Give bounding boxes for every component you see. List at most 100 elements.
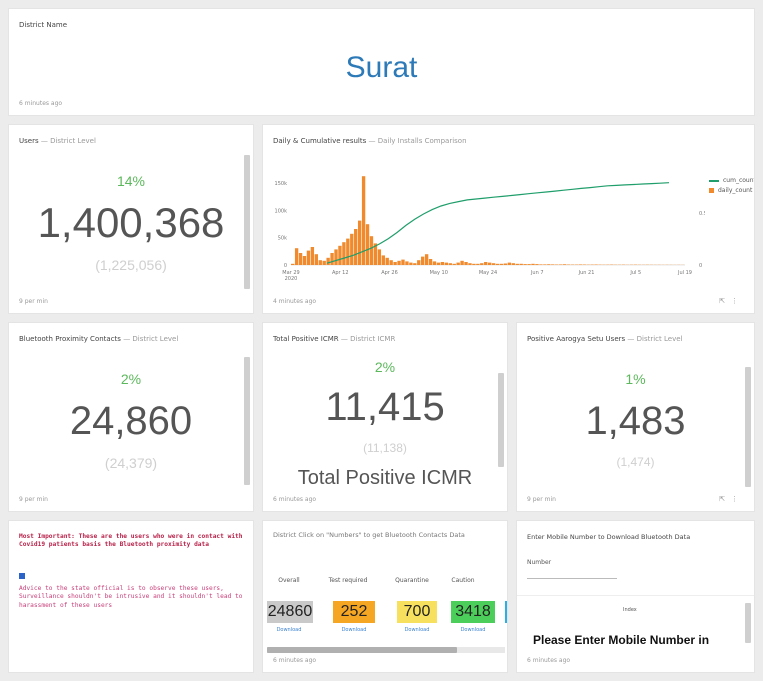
daily-count-bar <box>334 249 338 265</box>
daily-count-bar <box>488 262 492 265</box>
x-tick-label: Apr 12 <box>332 270 349 276</box>
legend-cum-label: cum_count <box>723 177 755 184</box>
bluetooth-card: Bluetooth Proximity Contacts — District … <box>8 322 254 512</box>
daily-count-bar <box>350 233 354 265</box>
expand-icon[interactable]: ⇱ <box>719 297 731 305</box>
users-value: 1,400,368 <box>37 199 225 246</box>
daily-count-bar <box>291 263 295 265</box>
notes-card: Most Important: These are the users who … <box>8 520 254 673</box>
icmr-subtitle-text: District ICMR <box>350 335 396 343</box>
overall-count[interactable]: 24860 <box>267 601 313 623</box>
daily-count-bar <box>405 261 409 265</box>
daily-count-bar <box>381 255 385 265</box>
icmr-card-scrollbar[interactable] <box>498 373 504 467</box>
icmr-card-title: Total Positive ICMR — District ICMR <box>273 335 396 343</box>
daily-count-bar <box>515 263 519 265</box>
icmr-card-footer: 6 minutes ago <box>273 496 317 503</box>
x-tick-label: Jul 5 <box>629 270 641 276</box>
daily-count-bar <box>424 254 429 265</box>
table-scroll-thumb[interactable] <box>267 647 457 653</box>
daily-count-bar <box>444 262 449 265</box>
y-left-tick-label: 50k <box>278 236 287 242</box>
daily-count-bar <box>389 260 393 265</box>
daily-count-bar <box>531 263 535 265</box>
cropped-column-edge <box>505 601 507 623</box>
col-caution-header: Caution <box>451 577 475 584</box>
bluetooth-card-scrollbar[interactable] <box>244 357 250 485</box>
aarogya-corner-icons: ⇱⋮ <box>719 495 744 503</box>
more-icon[interactable]: ⋮ <box>731 495 744 503</box>
chart-card-title: Daily & Cumulative results — Daily Insta… <box>273 137 467 145</box>
daily-count-bar <box>484 262 488 265</box>
more-icon[interactable]: ⋮ <box>731 297 744 305</box>
daily-count-bar <box>503 263 508 265</box>
y-left-tick-label: 150k <box>275 181 288 187</box>
caution-count[interactable]: 3418 <box>451 601 495 623</box>
daily-count-bar <box>346 238 350 265</box>
x-tick-label: 2020 <box>285 276 298 282</box>
chart-card: Daily & Cumulative results — Daily Insta… <box>262 124 755 314</box>
important-note: Most Important: These are the users who … <box>19 533 243 549</box>
chart-subtitle-text: Daily Installs Comparison <box>377 137 467 145</box>
daily-count-bar <box>464 262 468 265</box>
bluetooth-percent: 2% <box>120 371 142 387</box>
daily-count-bar <box>468 263 472 265</box>
daily-count-bar <box>543 264 547 265</box>
users-cropped-caption: •••••• <box>9 279 253 287</box>
download-card-scrollbar[interactable] <box>745 603 751 643</box>
y-right-tick-label: 0.5M <box>699 211 705 217</box>
district-card-footer: 6 minutes ago <box>19 100 63 107</box>
daily-count-bar <box>365 224 370 265</box>
y-left-tick-label: 0 <box>284 263 287 269</box>
icmr-card: Total Positive ICMR — District ICMR 2% 1… <box>262 322 508 512</box>
daily-count-bar <box>401 259 405 265</box>
daily-count-bar <box>314 254 318 265</box>
enter-mobile-prompt: Please Enter Mobile Number in <box>533 633 710 647</box>
daily-count-bar <box>472 263 476 265</box>
daily-count-bar <box>499 263 504 265</box>
x-tick-label: Jul 19 <box>677 270 692 276</box>
download-divider <box>517 595 754 596</box>
chart-corner-icons: ⇱⋮ <box>719 297 744 305</box>
daily-count-bar <box>539 264 543 265</box>
daily-count-bar <box>448 263 452 265</box>
expand-icon[interactable]: ⇱ <box>719 495 731 503</box>
quarantine-download-link[interactable]: Download <box>397 627 437 633</box>
daily-count-bar <box>578 264 582 265</box>
download-card-title: Enter Mobile Number to Download Bluetoot… <box>527 533 691 541</box>
daily-count-bar <box>338 245 342 265</box>
quarantine-count[interactable]: 700 <box>397 601 437 623</box>
icmr-previous-value: (11,138) <box>363 441 407 455</box>
daily-count-bar <box>357 220 362 265</box>
test-download-link[interactable]: Download <box>333 627 375 633</box>
aarogya-card: Positive Aarogya Setu Users — District L… <box>516 322 755 512</box>
legend-item-daily[interactable]: daily_count <box>709 187 754 194</box>
bluetooth-value: 24,860 <box>69 399 193 443</box>
x-tick-label: May 24 <box>479 270 497 276</box>
daily-count-bar <box>385 257 389 265</box>
x-tick-label: May 10 <box>430 270 448 276</box>
number-field-label: Number <box>527 559 552 566</box>
mobile-number-input[interactable] <box>527 571 617 579</box>
y-right-tick-label: 0 <box>699 263 702 269</box>
daily-count-bar <box>511 263 515 265</box>
legend-item-cum[interactable]: cum_count <box>709 177 755 184</box>
daily-count-bar <box>551 264 555 265</box>
aarogya-cropped-caption: ▬ • • • • <box>517 477 754 485</box>
daily-count-bar <box>326 257 330 265</box>
users-card-scrollbar[interactable] <box>244 155 250 289</box>
daily-count-bar <box>440 262 445 265</box>
bluetooth-contacts-table-card: District Click on "Numbers" to get Bluet… <box>262 520 508 673</box>
daily-count-bar <box>369 236 374 265</box>
icmr-value: 11,415 <box>325 385 445 429</box>
daily-count-bar <box>310 247 315 265</box>
overall-download-link[interactable]: Download <box>269 627 309 633</box>
aarogya-card-title: Positive Aarogya Setu Users — District L… <box>527 335 683 343</box>
test-required-count[interactable]: 252 <box>333 601 375 623</box>
icmr-caption: Total Positive ICMR <box>297 467 473 489</box>
aarogya-card-scrollbar[interactable] <box>745 367 751 487</box>
caution-download-link[interactable]: Download <box>453 627 493 633</box>
daily-count-bar <box>318 260 322 265</box>
download-card-footer: 6 minutes ago <box>527 657 571 664</box>
aarogya-subtitle-text: District Level <box>636 335 683 343</box>
